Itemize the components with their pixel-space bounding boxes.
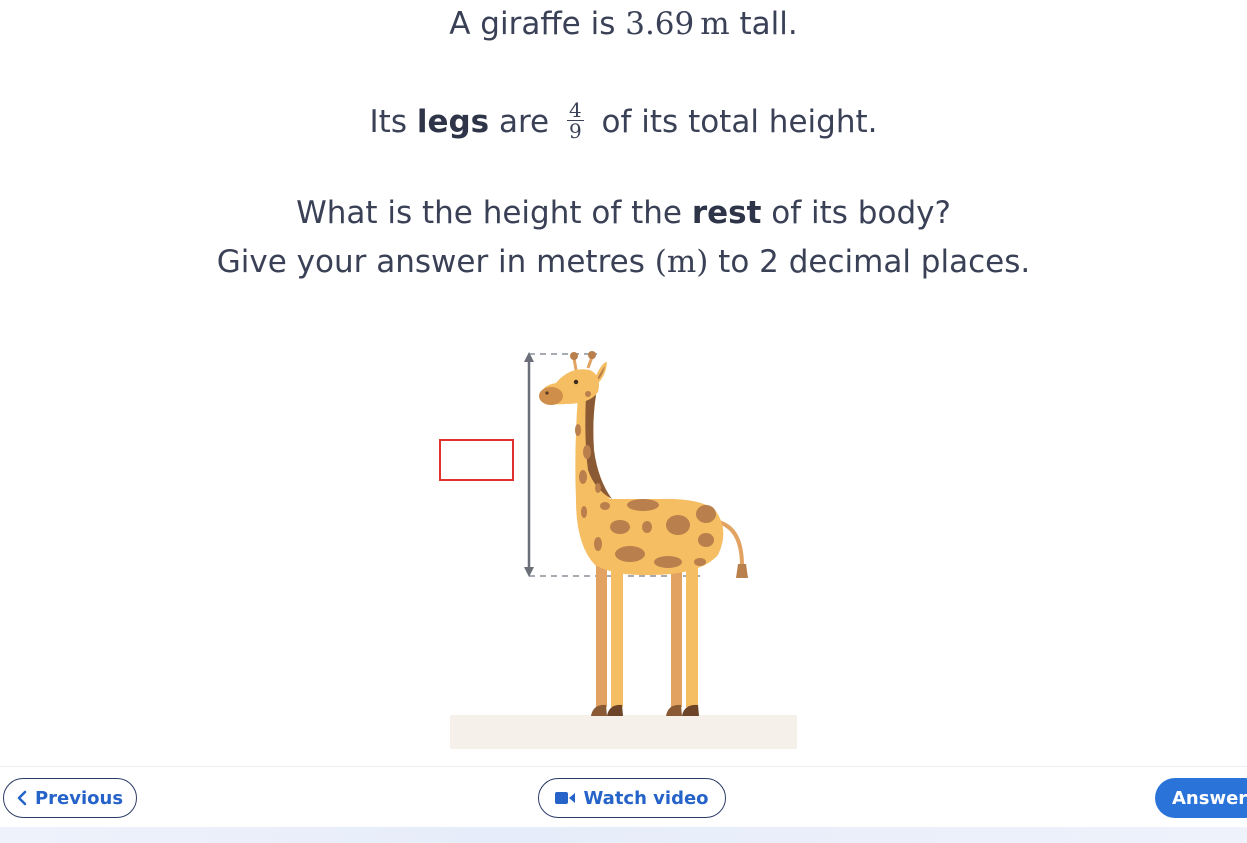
- giraffe-diagram: [450, 351, 797, 749]
- giraffe-head: [539, 351, 607, 405]
- footer-strip: [0, 827, 1247, 843]
- ground-platform: [450, 715, 797, 749]
- previous-button-label: Previous: [34, 787, 124, 809]
- question-page: A giraffe is 3.69 m tall. Its legs are 49…: [0, 0, 1247, 843]
- answer-button-label: Answer: [1172, 787, 1247, 809]
- watch-video-button[interactable]: Watch video: [538, 778, 726, 818]
- answer-button[interactable]: Answer: [1155, 778, 1247, 818]
- previous-button[interactable]: Previous: [3, 778, 137, 818]
- watch-video-button-label: Watch video: [583, 787, 709, 809]
- chevron-left-icon: [17, 790, 27, 806]
- answer-input-box[interactable]: [439, 439, 514, 481]
- giraffe-legs: [591, 565, 699, 716]
- giraffe-tail-tuft: [736, 564, 748, 578]
- footer-divider: [0, 766, 1247, 767]
- video-camera-icon: [555, 791, 576, 805]
